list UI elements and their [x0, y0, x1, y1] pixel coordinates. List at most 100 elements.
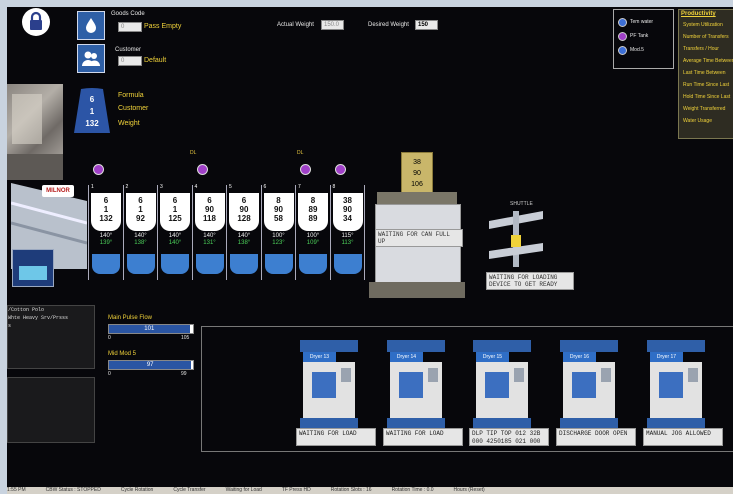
washer-formula: 8 [310, 196, 316, 205]
lock-button[interactable] [22, 8, 50, 36]
dryer-status: MANUAL JOG ALLOWED [643, 428, 723, 446]
valve-icon[interactable] [334, 164, 346, 175]
dryer-unit[interactable]: Dryer 17 [647, 340, 705, 428]
washer-formula: 6 [103, 196, 109, 205]
legend-box: Tem water PF Tank Mod.5 [613, 9, 674, 69]
washer-module: 5 6 90 128 140° 138° [227, 183, 261, 280]
dryer-panel [341, 368, 351, 382]
washer-actual-temp: 131° [203, 240, 216, 246]
washer-divider [226, 185, 227, 280]
washer-number: 8 [332, 184, 336, 190]
washer-actual-temp: 123° [272, 240, 285, 246]
dryer-unit[interactable]: Dryer 16 [560, 340, 618, 428]
washer-temps: 140° 139° [89, 233, 123, 247]
milnor-logo-text: MILNOR [46, 188, 70, 194]
washer-setpoint-temp: 115° [341, 233, 354, 239]
dryer-unit[interactable]: Dryer 14 [387, 340, 445, 428]
pass-empty-label: Pass Empty [144, 23, 182, 30]
washer-load[interactable]: 6 1 125 [160, 193, 190, 231]
bag-formula: 6 [89, 95, 95, 104]
washer-customer: 1 [103, 205, 109, 214]
washer-divider [191, 185, 193, 280]
valve-icon[interactable] [300, 164, 311, 175]
washer-customer: 90 [274, 205, 283, 214]
status-item: Rotation Slots : 16 [330, 487, 372, 493]
washer-load[interactable]: 8 89 89 [298, 193, 328, 231]
desired-weight-field[interactable]: 150 [415, 20, 438, 30]
washer-module: 1 6 1 132 140° 139° [89, 183, 123, 280]
washer-setpoint-temp: 100° [306, 233, 320, 239]
washer-setpoint-temp: 140° [168, 233, 182, 239]
washer-number: 4 [194, 184, 198, 190]
dryer-unit[interactable]: Dryer 13 [300, 340, 358, 428]
washer-customer: 90 [343, 205, 352, 214]
valve-icon[interactable] [93, 164, 104, 175]
washer-tank [264, 254, 293, 274]
washer-tank [333, 254, 362, 274]
washer-load[interactable]: 6 1 92 [125, 193, 156, 231]
washer-formula: 6 [138, 196, 143, 205]
description-line-3: s [8, 323, 12, 329]
water-drop-button[interactable] [77, 11, 105, 40]
valve-icon[interactable] [196, 164, 208, 175]
customer-field[interactable]: 0 [118, 56, 142, 66]
washer-weight: 92 [136, 214, 145, 223]
washer-divider [364, 185, 365, 280]
washer-formula: 6 [241, 196, 247, 205]
washer-divider [329, 185, 331, 280]
washer-temps: 115° 113° [331, 233, 365, 247]
flow-bar: 97 [108, 360, 194, 370]
washer-number: 3 [160, 184, 163, 190]
washer-tank [161, 254, 189, 274]
legend-dot-0 [618, 18, 627, 27]
bag-customer: 1 [89, 107, 95, 116]
washer-module: 2 6 1 92 140° 138° [124, 183, 158, 280]
washer-tank [299, 254, 327, 274]
washer-customer: 1 [172, 205, 178, 214]
status-item: CBW Status : STOPPED [45, 487, 101, 493]
washer-load[interactable]: 6 90 118 [194, 193, 225, 231]
dryer-panel [428, 368, 438, 382]
washer-setpoint-temp: 140° [134, 233, 147, 239]
dryer-door [485, 372, 509, 398]
washer-actual-temp: 113° [341, 240, 354, 246]
productivity-item: Hold Time Since Last [683, 94, 731, 100]
dryer-base [387, 418, 445, 428]
washer-temps: 100° 109° [296, 233, 330, 247]
washer-divider [122, 185, 124, 280]
washer-load[interactable]: 38 90 34 [332, 193, 363, 231]
customer-button[interactable] [77, 44, 105, 73]
dryer-door [659, 372, 683, 398]
washer-load[interactable]: 8 90 58 [263, 193, 294, 231]
washer-module: 3 6 1 125 140° 140° [158, 183, 192, 280]
washer-formula: 8 [276, 196, 281, 205]
washer-setpoint-temp: 140° [99, 233, 113, 239]
flow-max: 99 [181, 371, 187, 377]
washer-load[interactable]: 6 1 132 [91, 193, 121, 231]
weight-label: Weight [118, 120, 140, 127]
dryer-name: Dryer 13 [303, 352, 336, 362]
dryer-body [563, 362, 615, 418]
dryer-unit[interactable]: Dryer 15 [473, 340, 531, 428]
washer-load[interactable]: 6 90 128 [229, 193, 259, 231]
dryer-status: WAITING FOR LOAD [383, 428, 463, 446]
chemical-tank [12, 249, 54, 287]
productivity-panel: Productivity System Utilization Number of… [678, 9, 733, 139]
washer-weight: 132 [99, 214, 113, 223]
washer-weight: 34 [343, 214, 352, 223]
camera-image [7, 84, 63, 180]
washer-actual-temp: 109° [306, 240, 320, 246]
washer-number: 6 [263, 184, 267, 190]
dryer-base [300, 418, 358, 428]
goods-code-field[interactable]: 0 [118, 22, 142, 32]
flow-bar-value: 101 [109, 325, 190, 333]
flow-bar: 101 [108, 324, 194, 334]
dryer-name: Dryer 16 [563, 352, 596, 362]
shuttle-machine [485, 207, 547, 271]
status-item: 1:55 PM [7, 487, 26, 493]
actual-weight-label: Actual Weight [277, 22, 314, 28]
status-item: Cycle Transfer [173, 487, 206, 493]
dryer-base [473, 418, 531, 428]
bag-weight: 132 [85, 119, 99, 128]
people-icon [82, 51, 100, 66]
